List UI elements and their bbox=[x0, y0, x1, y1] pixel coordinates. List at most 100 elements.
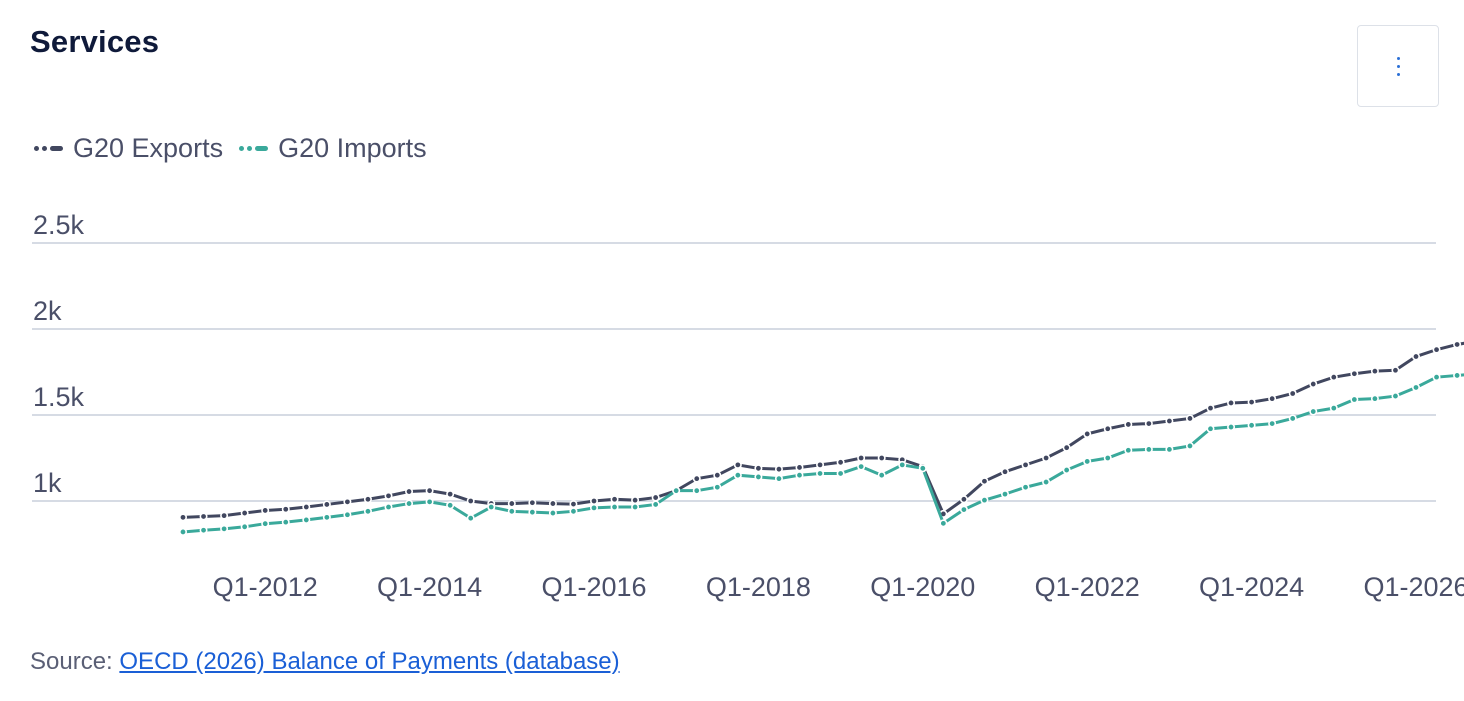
data-point bbox=[1268, 394, 1277, 403]
data-point bbox=[528, 498, 537, 507]
data-point bbox=[1083, 429, 1092, 438]
source-prefix: Source: bbox=[30, 648, 120, 675]
chart-menu-button[interactable] bbox=[1357, 25, 1439, 107]
data-point bbox=[610, 495, 619, 504]
data-point bbox=[281, 505, 290, 514]
data-point bbox=[446, 490, 455, 499]
data-point bbox=[589, 496, 598, 505]
legend-item-exports[interactable]: G20 Exports bbox=[34, 133, 223, 164]
series-line bbox=[182, 373, 1464, 534]
data-point bbox=[918, 464, 927, 473]
data-point bbox=[1042, 453, 1051, 462]
data-point bbox=[1329, 404, 1338, 413]
data-point bbox=[507, 499, 516, 508]
data-point bbox=[795, 471, 804, 480]
data-point bbox=[939, 519, 948, 528]
data-point bbox=[179, 527, 188, 536]
data-point bbox=[569, 500, 578, 509]
data-point bbox=[816, 469, 825, 478]
data-point bbox=[1247, 421, 1256, 430]
chart-legend: G20 Exports G20 Imports bbox=[34, 133, 427, 164]
x-tick-label: Q1-2020 bbox=[870, 572, 975, 602]
data-point bbox=[877, 471, 886, 480]
data-point bbox=[836, 469, 845, 478]
legend-label-imports: G20 Imports bbox=[278, 133, 427, 163]
data-point bbox=[1288, 389, 1297, 398]
x-tick-label: Q1-2018 bbox=[706, 572, 811, 602]
data-point bbox=[836, 458, 845, 467]
data-point bbox=[220, 511, 229, 520]
data-point bbox=[1432, 373, 1441, 382]
data-point bbox=[261, 519, 270, 528]
y-tick-label: 2.5k bbox=[33, 210, 85, 240]
data-point bbox=[446, 501, 455, 510]
data-point bbox=[1144, 445, 1153, 454]
data-point bbox=[877, 453, 886, 462]
legend-swatch-exports bbox=[34, 146, 63, 151]
data-point bbox=[898, 460, 907, 469]
data-point bbox=[466, 514, 475, 523]
chart-title: Services bbox=[30, 24, 160, 59]
data-point bbox=[774, 474, 783, 483]
data-point bbox=[1124, 420, 1133, 429]
data-point bbox=[281, 518, 290, 527]
data-point bbox=[959, 505, 968, 514]
data-point bbox=[1000, 490, 1009, 499]
data-point bbox=[199, 526, 208, 535]
data-point bbox=[1042, 478, 1051, 487]
data-point bbox=[733, 460, 742, 469]
data-point bbox=[1309, 407, 1318, 416]
data-point bbox=[1103, 424, 1112, 433]
data-point bbox=[1165, 445, 1174, 454]
data-point bbox=[240, 509, 249, 518]
data-point bbox=[1165, 417, 1174, 426]
data-point bbox=[425, 497, 434, 506]
data-point bbox=[548, 499, 557, 508]
x-tick-label: Q1-2026 bbox=[1363, 572, 1464, 602]
legend-label-exports: G20 Exports bbox=[73, 133, 224, 163]
data-point bbox=[1309, 380, 1318, 389]
data-point bbox=[528, 508, 537, 517]
data-point bbox=[980, 496, 989, 505]
x-tick-label: Q1-2012 bbox=[213, 572, 318, 602]
data-point bbox=[1021, 460, 1030, 469]
data-point bbox=[1000, 467, 1009, 476]
data-point bbox=[1350, 369, 1359, 378]
data-point bbox=[343, 497, 352, 506]
y-tick-label: 1k bbox=[33, 468, 62, 498]
data-point bbox=[1185, 414, 1194, 423]
data-point bbox=[733, 471, 742, 480]
legend-swatch-imports bbox=[239, 146, 269, 151]
data-point bbox=[589, 503, 598, 512]
data-point bbox=[1185, 441, 1194, 450]
data-point bbox=[363, 495, 372, 504]
data-point bbox=[610, 503, 619, 512]
data-point bbox=[322, 513, 331, 522]
data-point bbox=[692, 486, 701, 495]
data-point bbox=[713, 483, 722, 492]
line-chart: 1k 1.5k 2k 2.5k Q1-2012 Q1-2014 Q1-2016 Q1-2018… bbox=[32, 210, 1464, 602]
data-point bbox=[1227, 423, 1236, 432]
data-point bbox=[1083, 457, 1092, 466]
data-point bbox=[1268, 419, 1277, 428]
data-point bbox=[1329, 373, 1338, 382]
y-tick-label: 2k bbox=[33, 296, 62, 326]
data-point bbox=[302, 515, 311, 524]
data-point bbox=[692, 474, 701, 483]
data-point bbox=[713, 471, 722, 480]
data-point bbox=[774, 465, 783, 474]
data-point bbox=[1453, 340, 1462, 349]
data-point bbox=[1350, 395, 1359, 404]
source-link[interactable]: OECD (2026) Balance of Payments (databas… bbox=[119, 648, 619, 675]
legend-item-imports[interactable]: G20 Imports bbox=[239, 133, 427, 164]
data-point bbox=[363, 507, 372, 516]
data-point bbox=[425, 486, 434, 495]
data-point bbox=[179, 513, 188, 522]
data-point bbox=[384, 491, 393, 500]
data-point bbox=[795, 463, 804, 472]
data-point bbox=[1247, 398, 1256, 407]
data-point bbox=[487, 503, 496, 512]
data-point bbox=[1103, 453, 1112, 462]
data-point bbox=[1206, 424, 1215, 433]
data-point bbox=[754, 464, 763, 473]
